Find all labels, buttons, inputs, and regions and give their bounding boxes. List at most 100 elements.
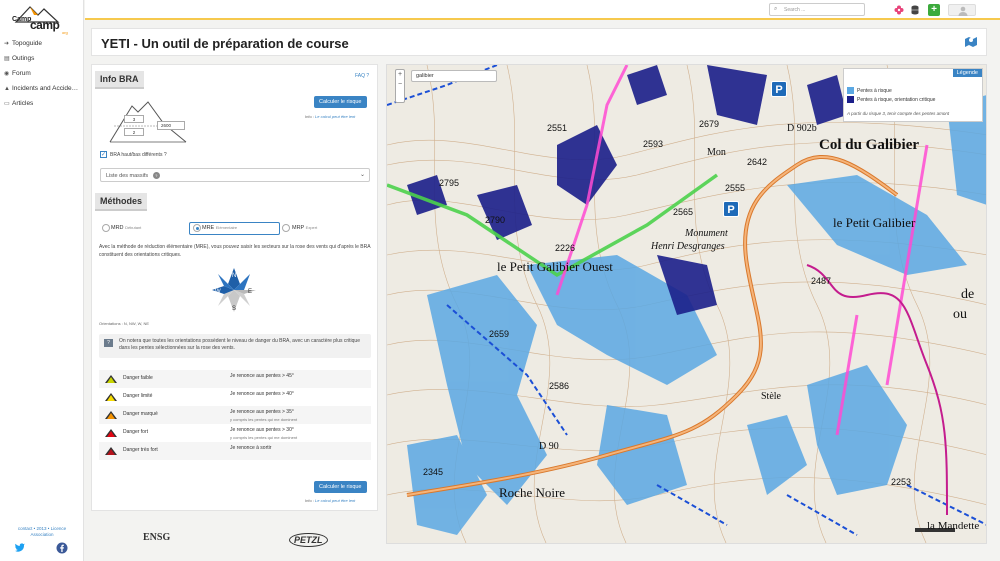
legend-swatch-risk [847,87,854,94]
elevation-label: 2679 [699,119,720,129]
method-mrp-label: MRP Expert [292,225,318,231]
method-description: Avec la méthode de réduction élémentaire… [99,244,371,258]
calc-note-link[interactable]: Le calcul peut être lent [315,114,355,119]
logo-text-org: org [62,30,68,35]
parking-icon: P [723,201,739,217]
chevron-down-icon: ⌄ [359,172,365,178]
legend-swatch-critical [847,96,854,103]
search-placeholder: Search ... [784,7,806,13]
sidebar-item-label: Topoguide [12,40,42,47]
parking-icon: P [771,81,787,97]
calc-note-prefix-bottom: Info : [305,498,314,503]
danger-level-name: Danger faible [123,375,153,381]
map-label-roche-noire: Roche Noire [499,485,566,500]
sidebar-item-forum[interactable]: ◉ Forum [4,66,84,81]
map-marker-icon[interactable] [964,35,978,49]
elevation-label: 2551 [547,123,568,133]
facebook-icon[interactable] [56,542,68,554]
danger-level-rule: Je renonce aux pentes > 40° [230,391,294,397]
info-icon: ? [152,172,160,179]
calculate-risk-button-top[interactable]: Calculer le risque [314,96,367,108]
map-view[interactable]: + − galibier Légende Pentes à risque Pen… [386,64,987,544]
camptocamp-logo[interactable]: Camp camp org [8,4,74,36]
zoom-control[interactable]: + − [395,69,405,103]
method-mrd-label: MRD Débutant [111,225,142,231]
altitude-input[interactable]: 2600 [157,121,185,130]
top-bar: ⌕ Search ... + [85,0,1000,20]
elevation-label: 2487 [811,276,832,286]
zoom-out-button[interactable]: − [396,80,404,90]
logo-text-camp: Camp [12,16,32,23]
question-icon: ? [104,339,113,347]
search-icon: ⌕ [774,6,778,12]
method-mre-radio[interactable] [193,224,201,232]
massif-select[interactable]: Liste des massifs ? ⌄ [100,168,370,182]
info-bra-title: Info BRA [95,71,144,89]
calculate-risk-button-bottom[interactable]: Calculer le risque [314,481,367,493]
legend-item-critical: Pentes à risque, orientation critique [847,96,935,103]
info-box: ? On notera que toutes les orientations … [99,334,371,358]
calc-note-top: Info : Le calcul peut être lent [305,114,355,119]
arrow-icon: ➜ [4,41,10,47]
ensg-logo[interactable]: ENSG [143,532,170,543]
methods-title: Méthodes [95,193,148,211]
sidebar-item-outings[interactable]: ▤ Outings [4,51,84,66]
bra-different-checkbox[interactable]: ✓ [100,151,107,158]
danger-level-name: Danger très fort [123,447,158,453]
search-input[interactable]: ⌕ Search ... [769,3,865,16]
elevation-label: 2593 [643,139,664,149]
altitude-value: 2600 [161,123,172,128]
elevation-label: 2555 [725,183,746,193]
map-label-monument: Monument [685,228,728,239]
article-icon: ▭ [4,101,10,107]
map-label-stele: Stèle [761,391,781,402]
user-avatar-icon [958,6,968,16]
method-mrd-radio[interactable] [102,224,110,232]
info-text: On notera que toutes les orientations po… [119,338,360,351]
elevation-label: 2565 [673,207,694,217]
map-label-la-mandette: la Mandette [927,520,980,532]
faq-link[interactable]: FAQ ? [355,73,369,79]
legend-header[interactable]: Légende [952,69,982,77]
map-label-d90: D 90 [539,441,559,452]
lower-level-select[interactable]: 2 [124,128,144,136]
method-mrp-radio[interactable] [282,224,290,232]
danger-row: Danger limité Je renonce aux pentes > 40° [99,388,371,406]
calc-note-link-bottom[interactable]: Le calcul peut être lent [315,498,355,503]
legend-footnote: A partir du risque 3, tenir compte des p… [847,111,950,116]
legend-label-risk: Pentes à risque [857,87,892,94]
elevation-label: 2795 [439,178,460,188]
wind-rose[interactable]: N E S W [206,266,262,314]
page-title: YETI - Un outil de préparation de course [101,36,349,51]
sidebar-item-articles[interactable]: ▭ Articles [4,96,84,111]
danger-level-name: Danger fort [123,429,149,435]
legend-label-critical: Pentes à risque, orientation critique [857,96,936,103]
map-label-petit-galibier-ouest: le Petit Galibier Ouest [497,259,613,274]
danger-row: Danger marqué Je renonce aux pentes > 35°… [99,406,371,424]
danger-level-rule: Je renonce aux pentes > 30° y compris les… [230,427,298,440]
danger-level-rule: Je renonce aux pentes > 35° y compris les… [230,409,298,422]
petzl-logo[interactable]: PETZL [289,533,328,547]
flower-icon[interactable] [893,4,905,16]
upper-level-select[interactable]: 3 [124,115,144,123]
footer-association[interactable]: Association [0,532,84,538]
twitter-icon[interactable] [14,542,26,554]
lower-level-value: 2 [132,130,136,135]
sidebar-item-topoguide[interactable]: ➜ Topoguide [4,36,84,51]
add-button[interactable]: + [928,4,940,16]
sidebar-item-label: Forum [12,70,31,77]
user-menu-button[interactable] [948,4,976,16]
danger-row: Danger très fort Je renonce à sortir [99,442,371,460]
map-search-input[interactable]: galibier [411,70,497,82]
method-mre-label: MRE Elémentaire [202,225,238,231]
elevation-label: 2226 [555,243,576,253]
warning-icon: ▲ [4,85,10,92]
sidebar-item-incidents[interactable]: ▲ Incidents and Accide… [4,81,84,96]
rose-label-s: S [232,306,236,312]
elevation-label: 2642 [747,157,768,167]
danger-level-rule: Je renonce aux pentes > 45° [230,373,294,379]
database-icon[interactable] [909,4,921,16]
danger-level-rule: Je renonce à sortir [230,445,272,451]
zoom-in-button[interactable]: + [396,70,404,80]
elevation-label: 2790 [485,215,506,225]
